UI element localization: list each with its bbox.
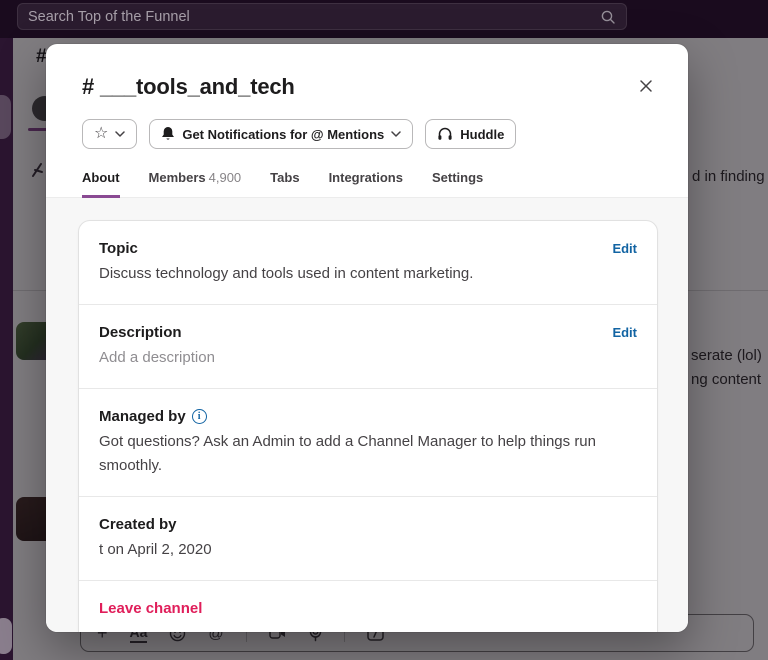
chevron-down-icon xyxy=(391,131,401,137)
info-icon[interactable]: i xyxy=(191,409,207,424)
topic-value: Discuss technology and tools used in con… xyxy=(99,265,474,282)
tab-tabs[interactable]: Tabs xyxy=(270,170,299,197)
created-by-section: Created by t on April 2, 2020 xyxy=(79,496,657,580)
managed-by-label: Managed by i xyxy=(99,408,207,425)
leave-channel-section: Leave channel xyxy=(79,580,657,632)
about-card: Topic Edit Discuss technology and tools … xyxy=(78,220,658,632)
channel-details-modal: # ___tools_and_tech ☆ Get Notifications … xyxy=(46,44,688,632)
close-button[interactable] xyxy=(628,68,664,104)
tab-integrations[interactable]: Integrations xyxy=(329,170,403,197)
leave-channel-button[interactable]: Leave channel xyxy=(99,600,202,617)
star-channel-button[interactable]: ☆ xyxy=(82,119,138,149)
close-icon xyxy=(640,80,652,92)
created-by-label: Created by xyxy=(99,516,177,533)
chevron-down-icon xyxy=(115,131,126,137)
headphones-icon xyxy=(438,127,452,140)
modal-body: Topic Edit Discuss technology and tools … xyxy=(46,198,688,632)
search-input[interactable] xyxy=(28,8,600,25)
huddle-button-label: Huddle xyxy=(460,126,505,142)
managed-by-section: Managed by i Got questions? Ask an Admin… xyxy=(79,388,657,496)
modal-actions: ☆ Get Notifications for @ Mentions Huddl… xyxy=(46,104,688,149)
topic-label: Topic xyxy=(99,240,138,257)
topic-section: Topic Edit Discuss technology and tools … xyxy=(79,221,657,304)
star-icon: ☆ xyxy=(94,125,109,142)
description-section: Description Edit Add a description xyxy=(79,304,657,388)
search-bar[interactable] xyxy=(17,3,627,30)
modal-tabs: About Members 4,900 Tabs Integrations Set… xyxy=(46,149,688,198)
modal-title: # ___tools_and_tech xyxy=(82,74,295,99)
tab-members[interactable]: Members 4,900 xyxy=(149,170,242,197)
modal-header: # ___tools_and_tech xyxy=(46,44,688,104)
tab-about[interactable]: About xyxy=(82,170,120,198)
members-count: 4,900 xyxy=(208,170,242,185)
description-edit-link[interactable]: Edit xyxy=(612,325,637,340)
description-label: Description xyxy=(99,324,182,341)
workspace-rail xyxy=(0,38,13,660)
workspace-rail-bottom-button[interactable] xyxy=(0,618,12,654)
tab-settings[interactable]: Settings xyxy=(432,170,483,197)
top-bar xyxy=(0,0,768,38)
notifications-button-label: Get Notifications for @ Mentions xyxy=(182,126,385,142)
search-icon xyxy=(601,10,615,24)
bell-icon xyxy=(162,127,175,140)
huddle-button[interactable]: Huddle xyxy=(425,119,517,149)
description-placeholder: Add a description xyxy=(99,349,215,366)
created-by-value: t on April 2, 2020 xyxy=(99,541,212,558)
notifications-button[interactable]: Get Notifications for @ Mentions xyxy=(149,119,414,149)
topic-edit-link[interactable]: Edit xyxy=(612,241,637,256)
workspace-rail-tab[interactable] xyxy=(0,95,11,139)
managed-by-value: Got questions? Ask an Admin to add a Cha… xyxy=(99,433,596,474)
